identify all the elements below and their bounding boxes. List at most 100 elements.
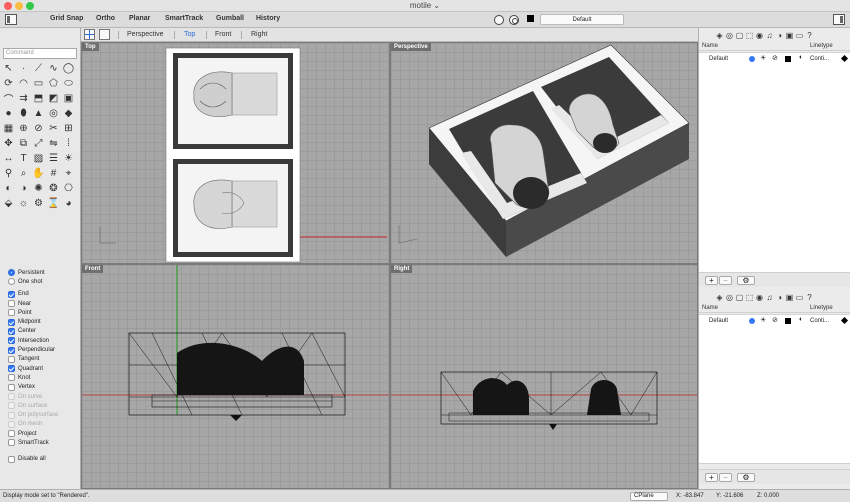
material-icon[interactable]: ◑ bbox=[17, 182, 30, 195]
current-layer-icon[interactable] bbox=[749, 56, 755, 62]
osnap-item[interactable]: Tangent bbox=[8, 355, 58, 364]
snap-icon[interactable]: ⌖ bbox=[62, 167, 75, 180]
properties-icon[interactable]: ⬚ bbox=[745, 293, 754, 302]
color-wheel-icon[interactable]: ✺ bbox=[32, 182, 45, 195]
scale-icon[interactable]: ⤢ bbox=[32, 137, 45, 150]
layer-row-default[interactable]: Default ☀ ⊘ ◐ Conti... bbox=[699, 54, 850, 64]
add-layer-button[interactable]: + bbox=[705, 473, 718, 482]
text-icon[interactable]: T bbox=[17, 152, 30, 165]
planar-button[interactable]: Planar bbox=[129, 15, 150, 22]
material-icon[interactable]: ◐ bbox=[799, 54, 803, 61]
osnap-item[interactable]: Knot bbox=[8, 373, 58, 382]
analyze-icon[interactable]: ⚲ bbox=[2, 167, 15, 180]
radio-persistent[interactable] bbox=[8, 269, 15, 277]
pan-icon[interactable]: ✋ bbox=[32, 167, 45, 180]
layer-linetype[interactable]: Conti... bbox=[810, 56, 829, 62]
surface-icon[interactable]: ◩ bbox=[47, 92, 60, 105]
paint-icon[interactable]: ⬙ bbox=[2, 197, 15, 210]
notes-icon[interactable]: ♫ bbox=[765, 293, 774, 302]
layer-options-button[interactable]: ⚙ bbox=[737, 276, 755, 285]
osnap-item[interactable]: Intersection bbox=[8, 336, 58, 345]
zoom-icon[interactable]: ⌕ bbox=[17, 167, 30, 180]
array-icon[interactable]: ⁞ bbox=[62, 137, 75, 150]
lock-icon[interactable]: ⊘ bbox=[772, 316, 778, 324]
command-input[interactable]: Command bbox=[3, 48, 77, 59]
camera-icon[interactable]: ◉ bbox=[755, 293, 764, 302]
viewport-right[interactable]: Right bbox=[390, 264, 698, 489]
render-icon[interactable]: ▣ bbox=[785, 31, 794, 40]
layers-icon[interactable]: ◈ bbox=[715, 31, 724, 40]
print-color-icon[interactable] bbox=[840, 316, 849, 325]
four-viewport-layout-icon[interactable] bbox=[84, 29, 95, 40]
osnap-target-icon[interactable] bbox=[509, 15, 519, 25]
torus-icon[interactable]: ◎ bbox=[47, 107, 60, 120]
hatch-icon[interactable]: ▨ bbox=[32, 152, 45, 165]
light-icon[interactable]: ☀ bbox=[62, 152, 75, 165]
display-icon[interactable]: ◎ bbox=[725, 31, 734, 40]
add-layer-button[interactable]: + bbox=[705, 276, 718, 285]
layer-color-swatch[interactable] bbox=[785, 318, 791, 324]
arc-icon[interactable]: ◠ bbox=[17, 77, 30, 90]
rectangle-icon[interactable]: ▭ bbox=[32, 77, 45, 90]
select-arrow-icon[interactable]: ↖ bbox=[2, 62, 15, 75]
osnap-checkbox[interactable] bbox=[8, 355, 15, 363]
osnap-disable-all[interactable]: Disable all bbox=[8, 455, 58, 464]
fillet-icon[interactable]: ⌒ bbox=[2, 92, 15, 106]
tab-right[interactable]: Right bbox=[251, 31, 267, 38]
display-icon[interactable]: ◎ bbox=[725, 293, 734, 302]
box-icon[interactable]: ▣ bbox=[62, 92, 75, 105]
screen-icon[interactable]: ▭ bbox=[795, 31, 804, 40]
osnap-checkbox[interactable] bbox=[8, 374, 15, 382]
document-icon[interactable]: ▢ bbox=[735, 293, 744, 302]
osnap-mode-persistent[interactable]: Persistent bbox=[8, 268, 58, 277]
osnap-checkbox[interactable] bbox=[8, 402, 15, 410]
osnap-item[interactable]: End bbox=[8, 290, 58, 299]
osnap-checkbox[interactable] bbox=[8, 411, 15, 419]
osnap-checkbox[interactable] bbox=[8, 337, 15, 345]
osnap-checkbox[interactable] bbox=[8, 393, 15, 400]
osnap-checkbox[interactable] bbox=[8, 290, 15, 298]
osnap-checkbox[interactable] bbox=[8, 327, 15, 335]
record-history-icon[interactable] bbox=[494, 15, 504, 25]
rotate-view-icon[interactable]: ⟳ bbox=[2, 77, 15, 90]
tab-front[interactable]: Front bbox=[215, 31, 231, 38]
materials-icon[interactable]: ◑ bbox=[775, 31, 784, 40]
osnap-item[interactable]: On polysurface bbox=[8, 410, 58, 419]
osnap-item[interactable]: On surface bbox=[8, 401, 58, 410]
osnap-item[interactable]: Project bbox=[8, 429, 58, 438]
smarttrack-button[interactable]: SmartTrack bbox=[165, 15, 203, 22]
circle-icon[interactable]: ◯ bbox=[62, 62, 75, 75]
cylinder-icon[interactable]: ⬮ bbox=[17, 107, 30, 120]
osnap-checkbox[interactable] bbox=[8, 300, 15, 308]
osnap-item[interactable]: Vertex bbox=[8, 383, 58, 392]
current-layer-select[interactable]: Default bbox=[540, 14, 624, 25]
boolean-icon[interactable]: ⊕ bbox=[17, 122, 30, 135]
tab-perspective[interactable]: Perspective bbox=[127, 31, 164, 38]
lightbulb-icon[interactable]: ☀ bbox=[760, 54, 766, 62]
osnap-checkbox[interactable] bbox=[8, 346, 15, 354]
osnap-checkbox[interactable] bbox=[8, 439, 15, 447]
help-icon[interactable]: ? bbox=[805, 31, 814, 40]
osnap-item[interactable]: Point bbox=[8, 308, 58, 317]
help-icon[interactable]: ? bbox=[805, 293, 814, 302]
layer-options-button[interactable]: ⚙ bbox=[737, 473, 755, 482]
materials-icon[interactable]: ◑ bbox=[775, 293, 784, 302]
radio-one-shot[interactable] bbox=[8, 278, 15, 286]
toggle-left-sidebar-icon[interactable] bbox=[5, 14, 17, 25]
osnap-item[interactable]: SmartTrack bbox=[8, 438, 58, 447]
osnap-item[interactable]: Near bbox=[8, 299, 58, 308]
render-icon[interactable]: ▣ bbox=[785, 293, 794, 302]
sphere-icon[interactable]: ● bbox=[2, 107, 15, 120]
grid-icon[interactable]: # bbox=[47, 167, 60, 180]
cone-icon[interactable]: ▲ bbox=[32, 107, 45, 120]
properties-icon[interactable]: ⬚ bbox=[745, 31, 754, 40]
osnap-item[interactable]: Quadrant bbox=[8, 364, 58, 373]
ellipse-icon[interactable]: ⬭ bbox=[62, 77, 75, 90]
toggle-right-sidebar-icon[interactable] bbox=[833, 14, 845, 25]
mesh-icon[interactable]: ▦ bbox=[2, 122, 15, 135]
ortho-button[interactable]: Ortho bbox=[96, 15, 115, 22]
print-color-icon[interactable] bbox=[840, 54, 849, 63]
document-icon[interactable]: ▢ bbox=[735, 31, 744, 40]
solid-icon[interactable]: ◆ bbox=[62, 107, 75, 120]
mirror-icon[interactable]: ⇋ bbox=[47, 137, 60, 150]
